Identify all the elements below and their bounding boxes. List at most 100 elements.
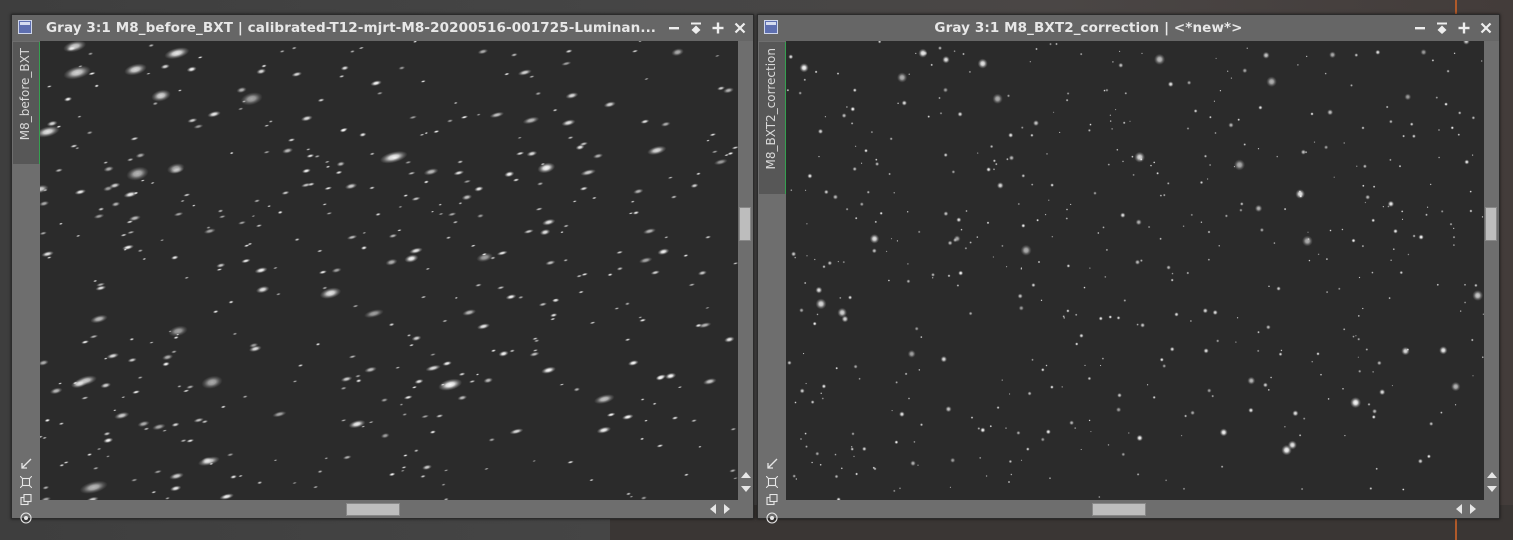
image-viewport[interactable] (786, 41, 1484, 500)
shade-icon[interactable] (1432, 19, 1451, 37)
star (916, 464, 920, 467)
star (1111, 127, 1114, 130)
star (1087, 376, 1092, 381)
star (970, 416, 974, 419)
star (1030, 133, 1034, 138)
star (1118, 62, 1124, 68)
star (1065, 208, 1069, 211)
star (918, 48, 928, 58)
star (842, 260, 846, 264)
star (1236, 316, 1239, 319)
star (822, 264, 826, 269)
maximize-icon[interactable] (1454, 19, 1473, 37)
minimize-icon[interactable] (1410, 19, 1429, 37)
horizontal-scroll-thumb[interactable] (1092, 503, 1146, 516)
star (1001, 379, 1004, 382)
window-icon[interactable] (18, 20, 32, 34)
clone-view-icon[interactable] (765, 493, 779, 507)
star (850, 121, 854, 125)
close-icon[interactable] (730, 19, 749, 37)
star (803, 78, 807, 82)
star (1090, 430, 1092, 433)
star (866, 190, 871, 194)
star (807, 173, 813, 179)
scroll-up-icon[interactable] (741, 472, 751, 478)
fit-view-icon[interactable] (19, 457, 33, 471)
star (1021, 173, 1026, 178)
clone-view-icon[interactable] (19, 493, 33, 507)
zoom-window-icon[interactable] (765, 475, 779, 489)
star (1132, 173, 1135, 177)
vertical-scroll-thumb[interactable] (739, 207, 751, 241)
horizontal-scrollbar[interactable] (40, 500, 738, 518)
scroll-left-icon[interactable] (1456, 504, 1462, 514)
minimize-icon[interactable] (664, 19, 683, 37)
star (1341, 387, 1345, 390)
star (1449, 222, 1453, 226)
image-window-correction[interactable]: Gray 3:1 M8_BXT2_correction | <*new*> M8… (757, 14, 1500, 524)
view-id-tab[interactable]: M8_BXT2_correction (759, 42, 787, 194)
vertical-scroll-thumb[interactable] (1485, 207, 1497, 241)
window-titlebar[interactable]: Gray 3:1 M8_before_BXT | calibrated-T12-… (12, 15, 753, 41)
maximize-icon[interactable] (708, 19, 727, 37)
shade-icon[interactable] (686, 19, 705, 37)
star (872, 466, 876, 470)
scroll-down-icon[interactable] (1487, 486, 1497, 492)
window-titlebar[interactable]: Gray 3:1 M8_BXT2_correction | <*new*> (758, 15, 1499, 41)
horizontal-scroll-thumb[interactable] (346, 503, 400, 516)
star (869, 233, 880, 244)
star (1243, 143, 1247, 146)
star (1208, 115, 1212, 119)
star (1069, 420, 1075, 426)
target-icon[interactable] (765, 511, 779, 525)
star (1111, 60, 1115, 64)
star (1186, 127, 1190, 130)
image-window-before[interactable]: Gray 3:1 M8_before_BXT | calibrated-T12-… (11, 14, 754, 524)
star (1122, 121, 1126, 125)
star (1074, 313, 1078, 317)
scroll-up-icon[interactable] (1487, 472, 1497, 478)
fit-view-icon[interactable] (765, 457, 779, 471)
star (1031, 358, 1034, 362)
star (906, 210, 909, 213)
image-viewport[interactable] (40, 41, 738, 500)
star (896, 239, 899, 242)
scroll-right-icon[interactable] (724, 504, 730, 514)
star (1104, 275, 1107, 279)
star (992, 168, 996, 171)
star (1127, 432, 1130, 434)
vertical-scrollbar[interactable] (738, 41, 753, 500)
star (1273, 241, 1276, 245)
star (1097, 231, 1100, 235)
star (938, 96, 941, 100)
star (1325, 257, 1329, 261)
scroll-right-icon[interactable] (1470, 504, 1476, 514)
star (1215, 57, 1218, 60)
horizontal-scrollbar[interactable] (786, 500, 1484, 518)
view-id-label: M8_before_BXT (18, 48, 32, 141)
star (1399, 270, 1404, 275)
scroll-down-icon[interactable] (741, 486, 751, 492)
star (1265, 324, 1271, 330)
star (1061, 385, 1064, 388)
view-id-tab[interactable]: M8_before_BXT (13, 42, 41, 164)
star (1258, 105, 1263, 110)
close-icon[interactable] (1476, 19, 1495, 37)
star (907, 397, 911, 400)
zoom-window-icon[interactable] (19, 475, 33, 489)
star (1431, 58, 1435, 62)
star (871, 248, 877, 254)
star (1329, 51, 1336, 59)
scroll-left-icon[interactable] (710, 504, 716, 514)
vertical-scrollbar[interactable] (1484, 41, 1499, 500)
star (1364, 201, 1367, 204)
star (1371, 271, 1374, 274)
star (968, 311, 973, 316)
star (1102, 226, 1105, 229)
target-icon[interactable] (19, 511, 33, 525)
star (1437, 156, 1441, 159)
star (1404, 93, 1412, 101)
star (1472, 374, 1474, 377)
star (1299, 194, 1303, 198)
star (870, 130, 874, 134)
